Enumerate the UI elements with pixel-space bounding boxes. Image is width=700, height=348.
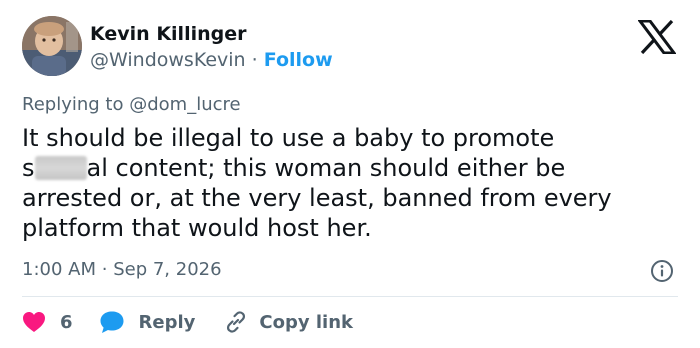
x-logo-icon[interactable] [638, 20, 676, 54]
tweet-line-3: arrested or, at the very least, banned f… [22, 184, 612, 212]
info-icon[interactable] [650, 259, 674, 283]
heart-icon [23, 312, 45, 332]
like-count: 6 [60, 311, 73, 333]
tweet-line-4: platform that would host her. [22, 214, 372, 242]
tweet-line-2-start: s [22, 154, 35, 182]
like-button[interactable]: 6 [22, 311, 73, 333]
handle-row: @WindowsKevin · Follow [90, 48, 333, 72]
reply-context: Replying to @dom_lucre [22, 93, 241, 117]
divider [22, 296, 678, 297]
replying-to-mention[interactable]: @dom_lucre [129, 94, 240, 115]
timestamp-date: Sep 7, 2026 [113, 259, 222, 280]
copy-link-button[interactable]: Copy link [223, 309, 353, 335]
tweet-line-1: It should be illegal to use a baby to pr… [22, 124, 555, 152]
replying-to-label: Replying to [22, 94, 124, 115]
follow-button[interactable]: Follow [264, 49, 333, 71]
author-handle[interactable]: @WindowsKevin [90, 49, 246, 71]
timestamp[interactable]: 1:00 AM · Sep 7, 2026 [22, 258, 222, 282]
tweet-card: Kevin Killinger @WindowsKevin · Follow R… [0, 0, 700, 348]
copy-link-label: Copy link [259, 311, 353, 333]
speech-bubble-icon [100, 311, 124, 333]
link-icon [227, 311, 246, 333]
reply-button[interactable]: Reply [99, 310, 196, 334]
action-bar: 6 Reply Copy link [22, 309, 353, 335]
tweet-text: It should be illegal to use a baby to pr… [22, 123, 672, 243]
tweet-line-2-end: al content; this woman should either be [86, 154, 566, 182]
author-name[interactable]: Kevin Killinger [90, 22, 246, 46]
tweet-line-2: s al content; this woman should either be [22, 153, 672, 183]
timestamp-separator: · [101, 259, 108, 280]
timestamp-time: 1:00 AM [22, 259, 96, 280]
avatar[interactable] [22, 16, 82, 76]
handle-separator: · [251, 49, 258, 71]
reply-label: Reply [138, 311, 196, 333]
avatar-photo [22, 16, 82, 76]
censored-word-blur [34, 156, 87, 180]
